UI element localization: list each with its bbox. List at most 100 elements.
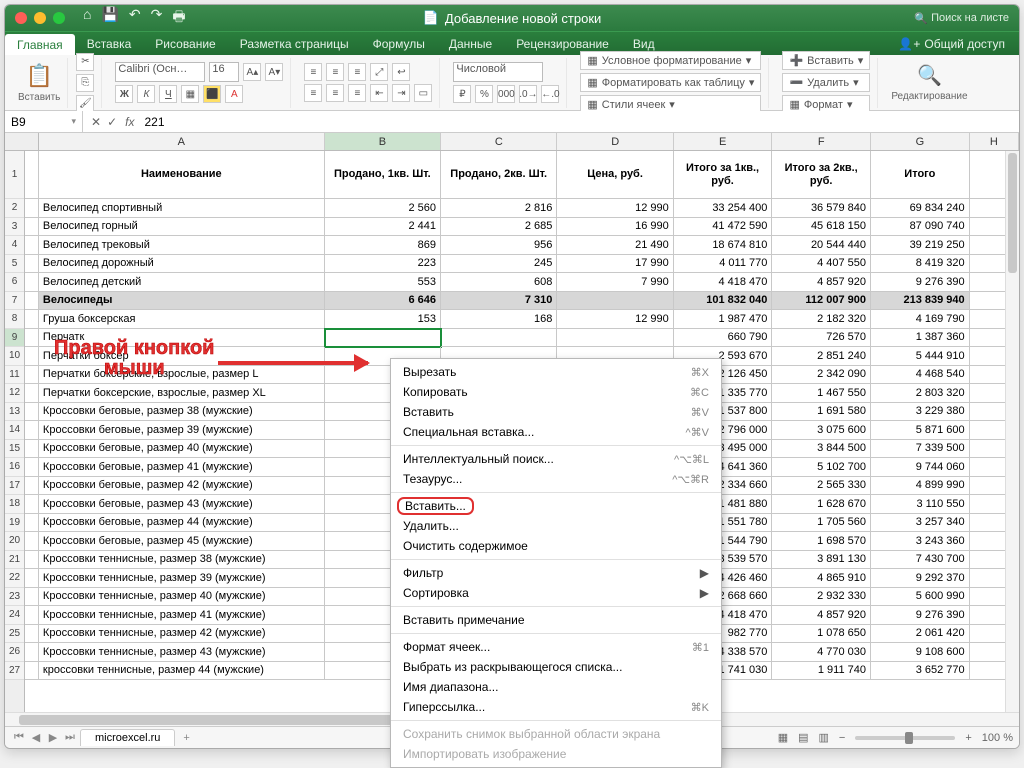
cell[interactable] [557,329,673,348]
cell[interactable]: 7 990 [557,273,673,292]
delete-cells-button[interactable]: ➖ Удалить ▾ [782,73,870,92]
cell[interactable]: Кроссовки беговые, размер 40 (мужские) [39,440,325,459]
view-page-icon[interactable]: ▤ [798,731,808,744]
select-all-corner[interactable] [5,133,39,151]
cell[interactable]: 2 851 240 [772,347,871,366]
accept-formula-icon[interactable]: ✓ [107,115,117,129]
cell[interactable]: 3 243 360 [871,532,970,551]
cell[interactable]: 17 990 [557,255,673,274]
format-painter-icon[interactable]: 🖌 [76,95,94,113]
cell[interactable]: 1 078 650 [772,625,871,644]
row-header-1[interactable]: 1 [5,151,24,199]
cell[interactable]: 223 [325,255,441,274]
cell[interactable]: Кроссовки беговые, размер 43 (мужские) [39,495,325,514]
cell[interactable]: 3 075 600 [772,421,871,440]
cell[interactable]: 7 310 [441,292,557,311]
fill-color-icon[interactable]: ⬛ [203,85,221,103]
font-size-select[interactable]: 16 [209,62,239,82]
sheet-nav-next-icon[interactable]: ▶ [45,731,61,744]
zoom-level[interactable]: 100 % [982,732,1013,744]
cell[interactable]: 1 628 670 [772,495,871,514]
cell[interactable]: 2 560 [325,199,441,218]
column-header-E[interactable]: E [674,133,773,150]
cell[interactable]: 4 865 910 [772,569,871,588]
cell[interactable]: Кроссовки беговые, размер 42 (мужские) [39,477,325,496]
increase-decimal-icon[interactable]: .0→ [519,85,537,103]
align-top-icon[interactable]: ≡ [304,63,322,81]
cell[interactable]: 2 182 320 [772,310,871,329]
header-cell[interactable]: Наименование [39,151,325,199]
align-center-icon[interactable]: ≡ [326,84,344,102]
decrease-decimal-icon[interactable]: ←.0 [541,85,559,103]
header-cell[interactable]: Цена, руб. [557,151,673,199]
cell[interactable]: 4 407 550 [772,255,871,274]
number-format-select[interactable]: Числовой [453,62,543,82]
row-header-5[interactable]: 5 [5,255,24,274]
cell[interactable]: Кроссовки теннисные, размер 43 (мужские) [39,643,325,662]
cell[interactable]: 1 387 360 [871,329,970,348]
tab-page-layout[interactable]: Разметка страницы [228,32,361,55]
cell[interactable]: 1 705 560 [772,514,871,533]
cell[interactable]: 41 472 590 [674,218,773,237]
header-cell[interactable]: Итого за 2кв., руб. [772,151,871,199]
cell[interactable]: Кроссовки теннисные, размер 41 (мужские) [39,606,325,625]
border-icon[interactable]: ▦ [181,85,199,103]
cell[interactable]: Кроссовки беговые, размер 39 (мужские) [39,421,325,440]
cell[interactable]: 1 691 580 [772,403,871,422]
row-header-27[interactable]: 27 [5,662,24,681]
underline-icon[interactable]: Ч [159,85,177,103]
column-header-F[interactable]: F [772,133,871,150]
cell[interactable]: Велосипеды [39,292,325,311]
cell[interactable]: 9 744 060 [871,458,970,477]
redo-icon[interactable]: ↷ [151,6,163,30]
cell[interactable]: 9 292 370 [871,569,970,588]
column-header-B[interactable]: B [325,133,441,150]
fx-icon[interactable]: fx [125,115,140,129]
row-header-3[interactable]: 3 [5,218,24,237]
minimize-window-icon[interactable] [34,12,46,24]
cell[interactable] [441,329,557,348]
cell[interactable]: 69 834 240 [871,199,970,218]
cell[interactable]: 1 987 470 [674,310,773,329]
context-menu-item[interactable]: Формат ячеек...⌘1 [391,637,721,657]
font-color-icon[interactable]: A [225,85,243,103]
cell[interactable]: 18 674 810 [674,236,773,255]
row-header-26[interactable]: 26 [5,643,24,662]
tab-formulas[interactable]: Формулы [361,32,437,55]
context-menu-item[interactable]: Имя диапазона... [391,677,721,697]
row-header-20[interactable]: 20 [5,532,24,551]
decrease-font-icon[interactable]: A▾ [265,63,283,81]
add-sheet-icon[interactable]: + [177,732,195,744]
font-name-select[interactable]: Calibri (Осн… [115,62,205,82]
row-header-10[interactable]: 10 [5,347,24,366]
copy-icon[interactable]: ⎘ [76,74,94,92]
context-menu-item[interactable]: Выбрать из раскрывающегося списка... [391,657,721,677]
cell[interactable]: 87 090 740 [871,218,970,237]
row-header-12[interactable]: 12 [5,384,24,403]
cell[interactable]: 3 652 770 [871,662,970,681]
maximize-window-icon[interactable] [53,12,65,24]
row-header-18[interactable]: 18 [5,495,24,514]
cell[interactable]: Кроссовки теннисные, размер 42 (мужские) [39,625,325,644]
column-header-G[interactable]: G [871,133,970,150]
cell[interactable]: 2 061 420 [871,625,970,644]
cell[interactable]: 16 990 [557,218,673,237]
cell[interactable]: 553 [325,273,441,292]
cell[interactable]: Кроссовки беговые, размер 45 (мужские) [39,532,325,551]
cell[interactable]: 112 007 900 [772,292,871,311]
cut-icon[interactable]: ✂ [76,53,94,71]
row-header-15[interactable]: 15 [5,440,24,459]
cell[interactable]: 726 570 [772,329,871,348]
cell[interactable]: 39 219 250 [871,236,970,255]
context-menu-item[interactable]: Сортировка▶ [391,583,721,603]
view-normal-icon[interactable]: ▦ [778,731,788,744]
cell[interactable]: 4 011 770 [674,255,773,274]
context-menu-item[interactable]: Вырезать⌘X [391,362,721,382]
cell[interactable]: 2 565 330 [772,477,871,496]
decrease-indent-icon[interactable]: ⇤ [370,84,388,102]
row-header-14[interactable]: 14 [5,421,24,440]
cell[interactable]: 2 932 330 [772,588,871,607]
cell[interactable]: 36 579 840 [772,199,871,218]
align-middle-icon[interactable]: ≡ [326,63,344,81]
zoom-in-icon[interactable]: + [965,732,971,744]
